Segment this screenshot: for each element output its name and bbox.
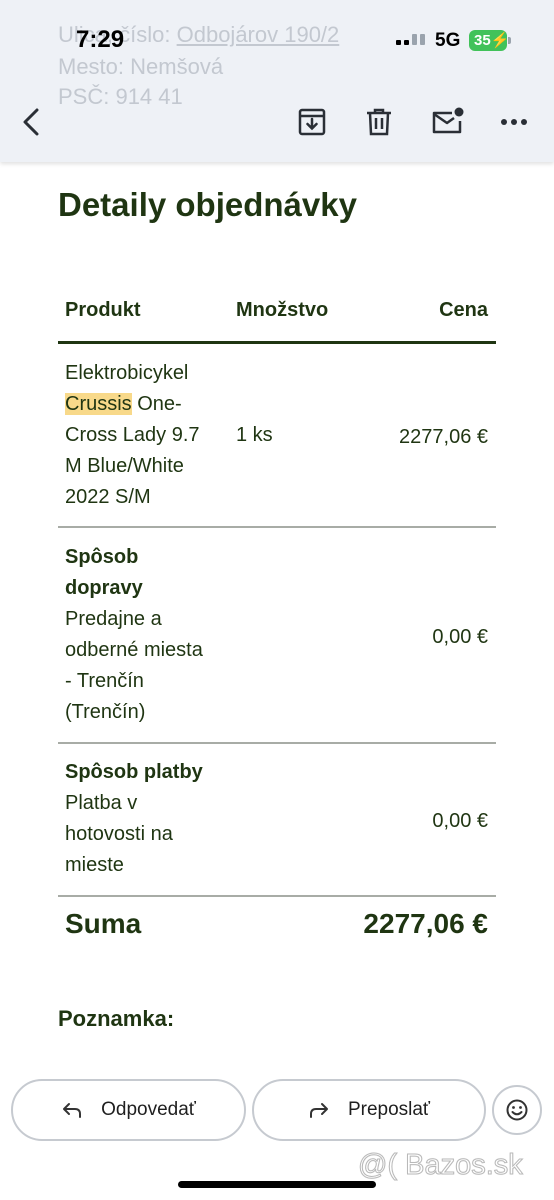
- reply-label: Odpovedať: [101, 1099, 196, 1120]
- total-label: Suma: [65, 908, 142, 939]
- background-address-city: Mesto: Nemšová: [58, 54, 224, 79]
- more-options-button[interactable]: [494, 102, 534, 142]
- product-name-line: Elektrobicykel: [65, 362, 189, 384]
- total-value: 2277,06 €: [363, 908, 488, 939]
- row-divider: [58, 526, 496, 528]
- forward-button[interactable]: Preposlať: [252, 1079, 486, 1141]
- back-button[interactable]: [12, 102, 52, 142]
- network-type: 5G: [435, 30, 461, 51]
- payment-value-line: Platba v: [65, 792, 138, 814]
- product-name-line: Crussis One-: [65, 389, 200, 420]
- search-highlight: Crussis: [65, 393, 132, 415]
- product-name-line: Cross Lady 9.7: [65, 424, 200, 446]
- battery-level: 35: [474, 32, 491, 49]
- payment-price: 0,00 €: [432, 810, 488, 832]
- trash-icon: [367, 108, 391, 136]
- shipping-value-line: - Trenčín: [65, 670, 144, 692]
- payment-method: Spôsob platby Platba v hotovosti na mies…: [65, 757, 203, 881]
- payment-value-line: hotovosti na: [65, 823, 173, 845]
- column-header-product: Produkt: [65, 299, 141, 321]
- smiley-icon: [506, 1099, 528, 1121]
- delete-button[interactable]: [359, 102, 399, 142]
- row-divider: [58, 895, 496, 897]
- mark-unread-icon: [432, 107, 464, 134]
- table-header-divider: [58, 341, 496, 344]
- reply-icon: [63, 1103, 82, 1118]
- home-indicator: [178, 1181, 376, 1188]
- product-name-line: 2022 S/M: [65, 486, 151, 508]
- shipping-value-line: odberné miesta: [65, 639, 203, 661]
- shipping-method: Spôsob dopravy Predajne a odberné miesta…: [65, 542, 203, 728]
- reply-button[interactable]: Odpovedať: [11, 1079, 246, 1141]
- forward-label: Preposlať: [347, 1099, 431, 1120]
- shipping-label: dopravy: [65, 577, 143, 599]
- archive-icon: [298, 108, 326, 136]
- mark-unread-button[interactable]: [427, 102, 467, 142]
- shipping-value-line: (Trenčín): [65, 701, 146, 723]
- page-title: Detaily objednávky: [58, 186, 357, 223]
- battery-icon: 35⚡: [469, 30, 511, 51]
- product-quantity: 1 ks: [236, 424, 273, 446]
- product-price: 2277,06 €: [399, 426, 488, 448]
- watermark: @( Bazos.sk: [358, 1149, 524, 1182]
- shipping-price: 0,00 €: [432, 626, 488, 648]
- product-name-part: One-: [131, 393, 182, 415]
- shipping-value-line: Predajne a: [65, 608, 162, 630]
- payment-value-line: mieste: [65, 854, 124, 876]
- product-name: Elektrobicykel Crussis One- Cross Lady 9…: [65, 358, 200, 513]
- status-time: 7:29: [76, 26, 125, 53]
- top-app-bar: Ulica, číslo: Odbojárov 190/2 Mesto: Nem…: [0, 0, 554, 162]
- row-divider: [58, 742, 496, 744]
- archive-button[interactable]: [292, 102, 332, 142]
- more-icon: [501, 119, 527, 125]
- column-header-quantity: Množstvo: [236, 299, 329, 321]
- column-header-price: Cena: [439, 299, 488, 321]
- background-address-zip: PSČ: 914 41: [58, 84, 183, 109]
- note-label: Poznamka:: [58, 1006, 175, 1031]
- shipping-label: Spôsob: [65, 546, 139, 568]
- emoji-reaction-button[interactable]: [492, 1085, 542, 1135]
- product-name-line: M Blue/White: [65, 455, 184, 477]
- forward-icon: [309, 1103, 328, 1118]
- back-arrow-icon: [23, 108, 39, 136]
- cellular-signal-icon: [396, 34, 426, 50]
- payment-label: Spôsob platby: [65, 761, 203, 783]
